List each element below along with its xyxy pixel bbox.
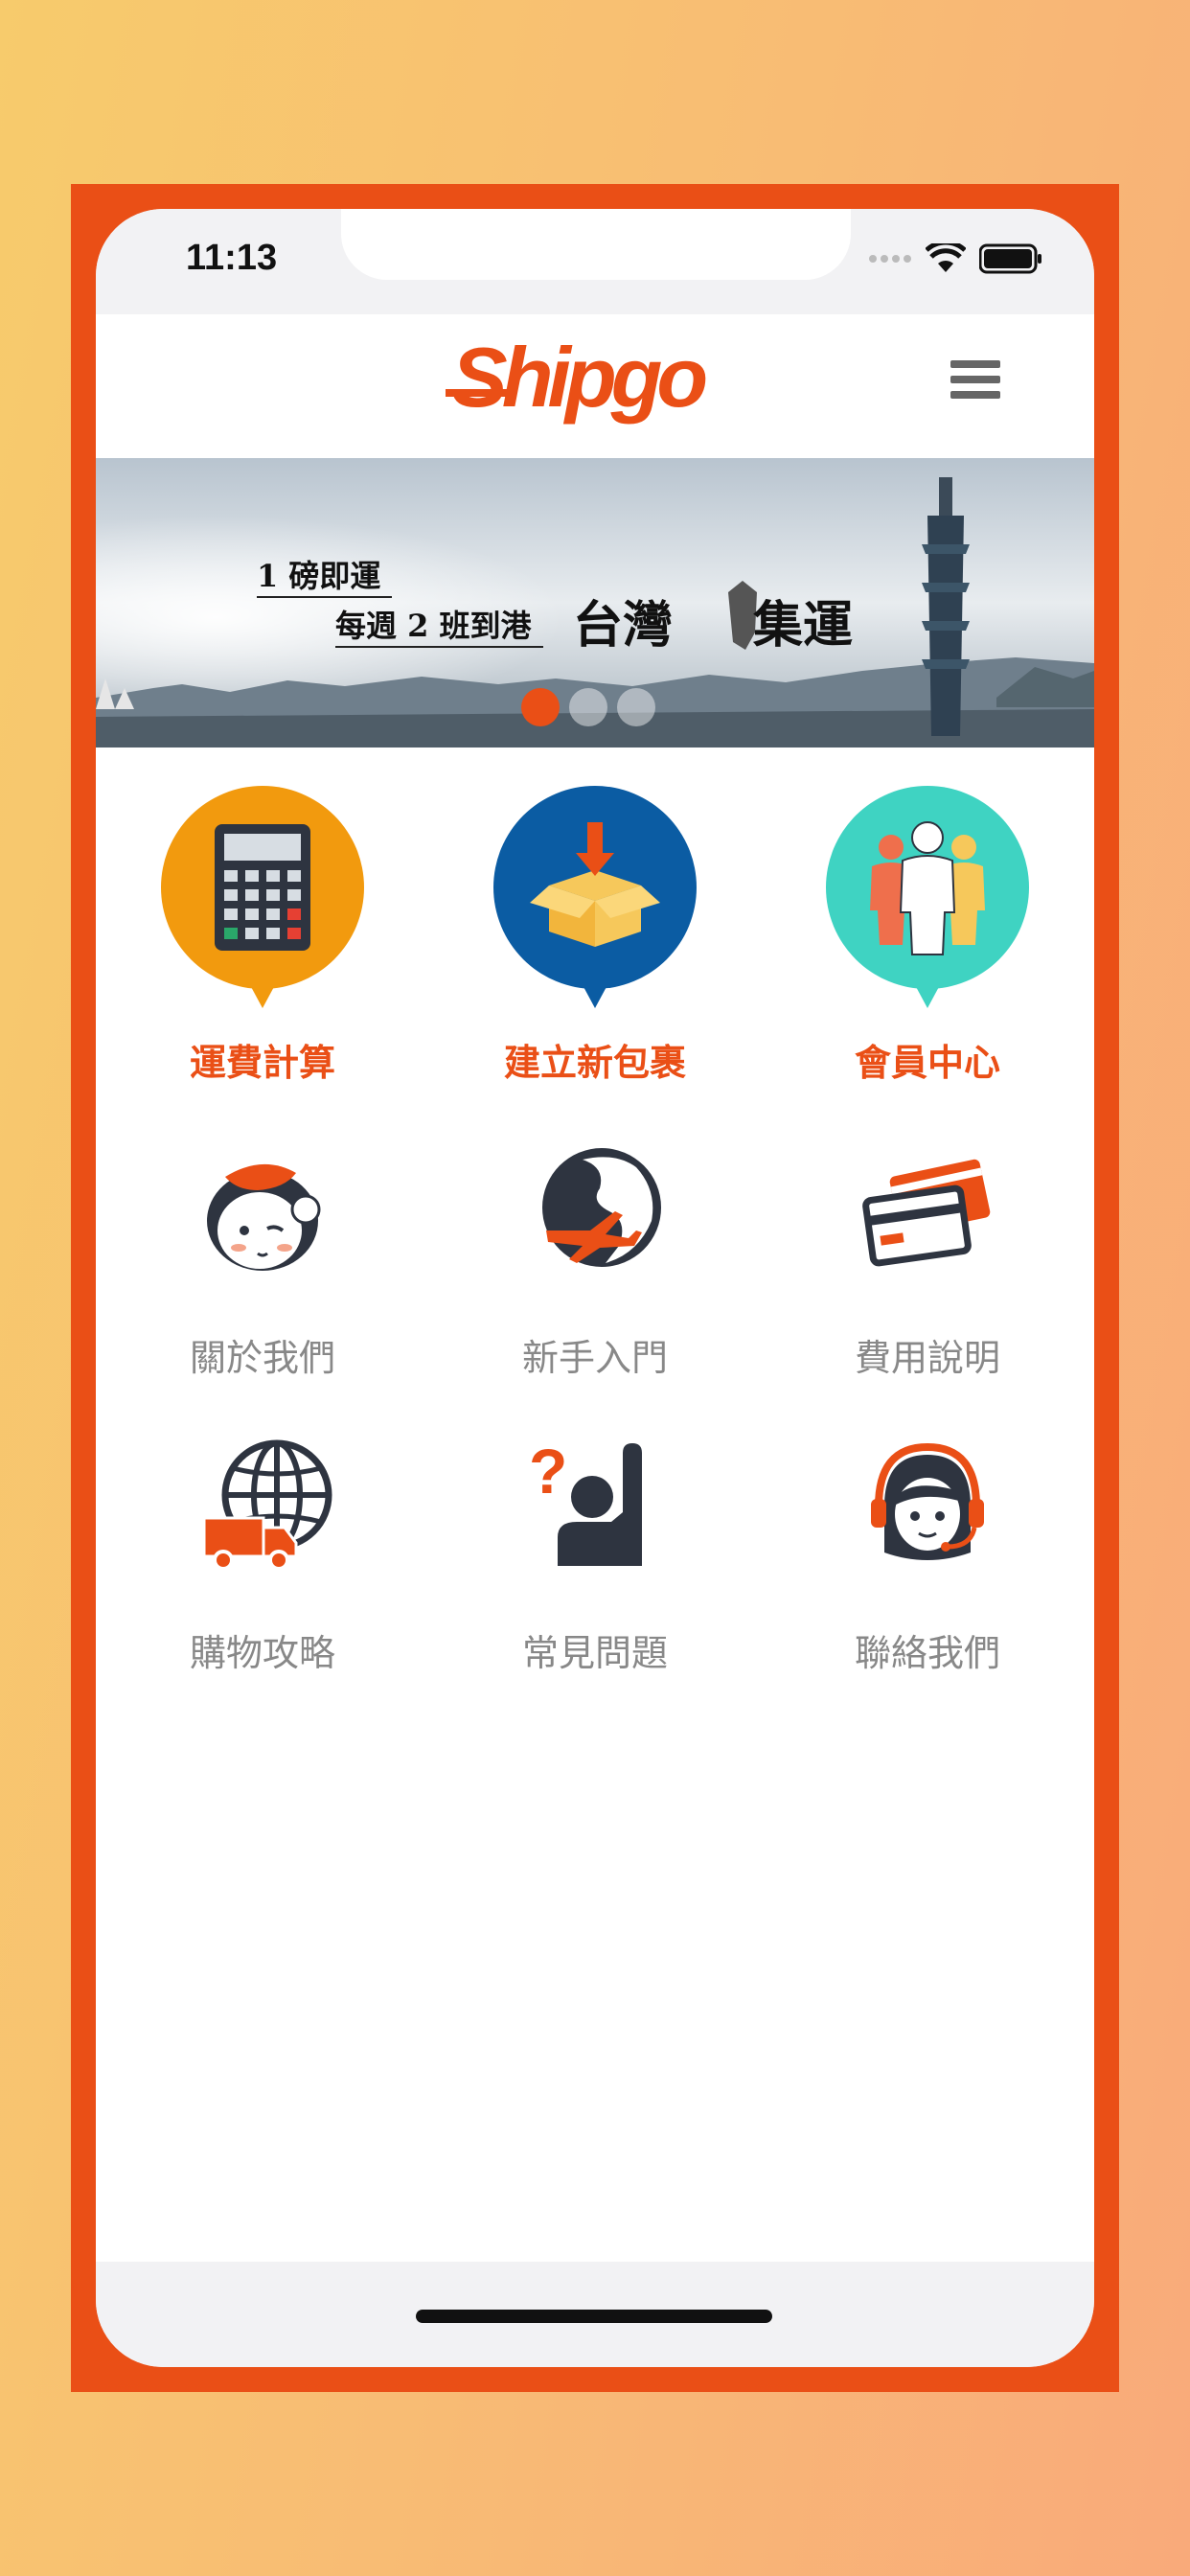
menu-item-member-center[interactable] xyxy=(761,784,1094,1014)
phone-screen: 11:13 Shipgo 1 磅即運 每週 2 班到港 台灣 集運 運費計算 建… xyxy=(96,209,1094,2367)
svg-text:Shipgo: Shipgo xyxy=(451,332,705,425)
banner-title-taiwan: 台灣 xyxy=(573,596,674,655)
label-faq: 常見問題 xyxy=(521,1632,668,1674)
bottom-bar xyxy=(96,2262,1094,2367)
hamburger-menu-icon[interactable] xyxy=(950,360,1000,404)
carousel-indicator xyxy=(521,688,655,726)
status-icons xyxy=(868,243,1042,274)
menu-item-faq[interactable]: ? xyxy=(428,1434,762,1606)
mascot-icon xyxy=(207,1163,321,1271)
package-icon xyxy=(493,786,697,1008)
svg-text:?: ? xyxy=(529,1436,567,1506)
wifi-icon xyxy=(926,243,966,272)
notch xyxy=(341,209,851,280)
question-person-icon: ? xyxy=(529,1436,642,1566)
promo-banner[interactable]: 1 磅即運 每週 2 班到港 台灣 集運 xyxy=(96,458,1094,748)
customer-service-icon xyxy=(871,1442,984,1560)
members-icon xyxy=(826,786,1029,1008)
globe-plane-icon xyxy=(542,1148,661,1267)
credit-cards-icon xyxy=(862,1159,991,1267)
menu-item-contact-us[interactable] xyxy=(761,1434,1094,1606)
label-contact-us: 聯絡我們 xyxy=(854,1632,1000,1674)
label-about-us: 關於我們 xyxy=(189,1337,335,1379)
status-bar: 11:13 xyxy=(96,209,1094,314)
menu-item-new-package[interactable] xyxy=(428,784,762,1014)
home-indicator[interactable] xyxy=(416,2310,772,2323)
status-time: 11:13 xyxy=(186,238,278,278)
menu-item-shipping-calculator[interactable] xyxy=(96,784,429,1014)
menu-item-shopping-guide[interactable] xyxy=(96,1434,429,1606)
banner-tagline-1: 1 磅即運 xyxy=(257,552,393,598)
app-frame: 11:13 Shipgo 1 磅即運 每週 2 班到港 台灣 集運 運費計算 建… xyxy=(71,184,1119,2392)
globe-truck-icon xyxy=(202,1439,332,1571)
menu-item-fee-description[interactable] xyxy=(761,1138,1094,1311)
banner-tagline-2: 每週 2 班到港 xyxy=(335,602,543,648)
menu-item-about-us[interactable] xyxy=(96,1138,429,1311)
label-shopping-guide: 購物攻略 xyxy=(189,1632,335,1674)
label-shipping-calculator: 運費計算 xyxy=(189,1042,335,1084)
label-getting-started: 新手入門 xyxy=(521,1337,668,1379)
app-header: Shipgo xyxy=(96,314,1094,458)
carousel-dot-3[interactable] xyxy=(617,688,655,726)
label-member-center: 會員中心 xyxy=(854,1042,1000,1084)
label-new-package: 建立新包裹 xyxy=(503,1042,686,1084)
signal-icon xyxy=(869,255,911,263)
label-fee-description: 費用說明 xyxy=(854,1337,1000,1379)
menu-item-getting-started[interactable] xyxy=(428,1138,762,1311)
battery-icon xyxy=(979,243,1041,274)
banner-title-shipping: 集運 xyxy=(753,596,854,655)
carousel-dot-1[interactable] xyxy=(521,688,560,726)
carousel-dot-2[interactable] xyxy=(569,688,607,726)
calculator-icon xyxy=(161,786,364,1008)
shipgo-logo[interactable]: Shipgo xyxy=(446,332,781,437)
